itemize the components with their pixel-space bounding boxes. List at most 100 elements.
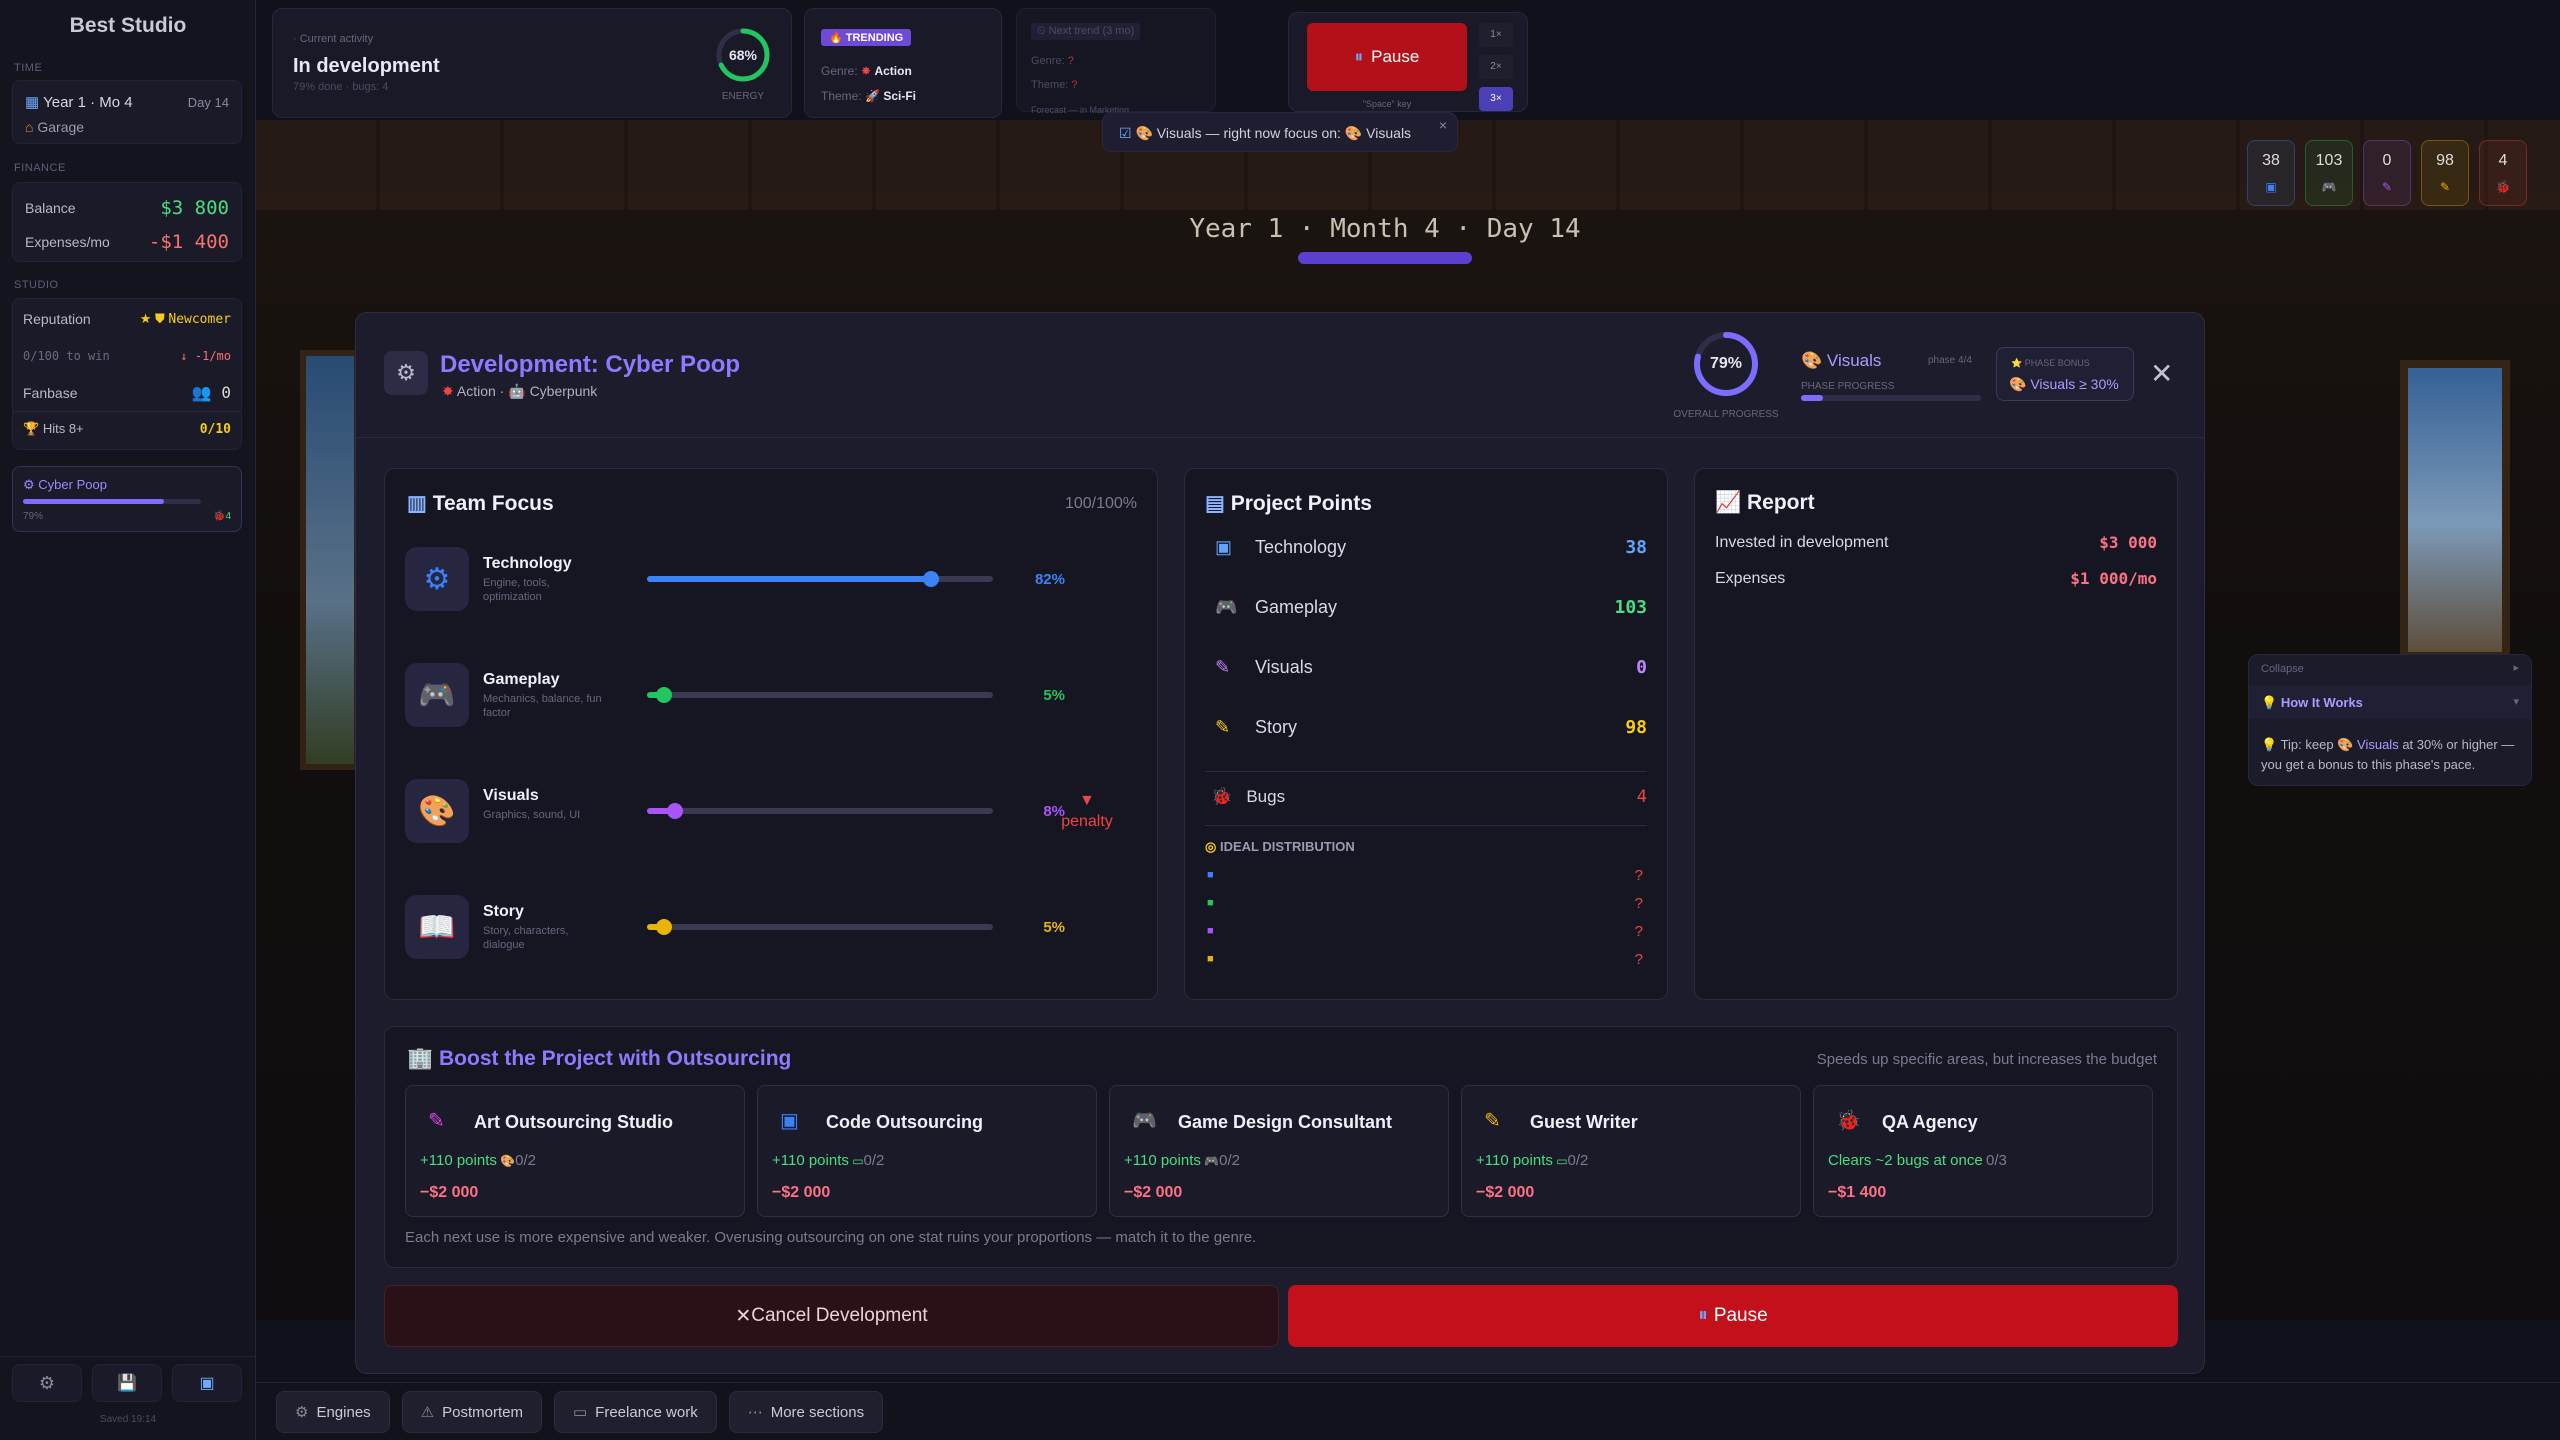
project-pct: 79%: [23, 511, 44, 522]
collapse-arrow-icon[interactable]: ▸: [2513, 661, 2519, 674]
bulb-icon-2: 💡: [2261, 737, 2278, 752]
visuals-slider-handle[interactable]: [667, 803, 683, 819]
project-card[interactable]: ⚙ Cyber Poop 79% 🐞4: [12, 466, 242, 532]
toast-text: Visuals — right now focus on:: [1156, 125, 1341, 141]
studio-panel: Reputation ★ ⛊ Newcomer 0/100 to win ↓ -1/…: [12, 298, 242, 450]
bonus-icon: ⭐: [2011, 358, 2023, 368]
gameplay-slider-handle[interactable]: [656, 687, 672, 703]
story-slider[interactable]: [647, 919, 993, 935]
overall-progress-label: Overall progress: [1673, 409, 1779, 420]
top-pause-button[interactable]: ⏸ Pause: [1307, 23, 1467, 91]
visuals-focus-pct: 8%: [1043, 803, 1065, 820]
how-it-works-label[interactable]: How It Works: [2281, 695, 2363, 710]
current-activity-card: · Current activity In development 79% do…: [272, 8, 792, 118]
outsourcing-note: Each next use is more expensive and weak…: [405, 1229, 1257, 1246]
nav-engines[interactable]: ⚙ Engines: [276, 1391, 390, 1433]
phase-progress-fill: [1801, 395, 1823, 401]
guest-writer-card[interactable]: ✎ Guest Writer +110 points ▭0/2 −$2 000: [1461, 1085, 1801, 1217]
report-expenses-value: $1 000/mo: [2070, 569, 2157, 588]
tip-text-1: Tip: keep: [2280, 737, 2334, 752]
nav-icon: ⋯: [747, 1404, 763, 1421]
energy-value: 68%: [728, 47, 758, 63]
technology-focus-pct: 82%: [1034, 571, 1065, 588]
speed-3x-button[interactable]: 3×: [1479, 87, 1513, 111]
location-text: Garage: [37, 119, 85, 135]
nav-postmortem[interactable]: ⚠ Postmortem: [401, 1391, 542, 1433]
speed-2x-button[interactable]: 2×: [1479, 55, 1513, 79]
nav-label: More sections: [770, 1403, 865, 1421]
ideal-value: ?: [1634, 895, 1643, 912]
bugs-label: Bugs: [1246, 787, 1286, 806]
technology-slider[interactable]: [647, 571, 993, 587]
save-button[interactable]: 💾: [92, 1364, 162, 1402]
save-icon: 💾: [117, 1375, 137, 1392]
guest-writer-icon: ✎: [1484, 1110, 1501, 1132]
bulb-icon: 💡: [2261, 695, 2278, 710]
team-icon: ▥: [407, 492, 427, 515]
modal-close-button[interactable]: ✕: [2150, 357, 2173, 390]
reputation-rate: ↓ -1/mo: [180, 349, 231, 363]
outsourcing-gain: +110 points: [1124, 1152, 1201, 1169]
finance-heading: Finance: [14, 162, 66, 174]
gameplay-ideal-icon: ■: [1207, 897, 1214, 909]
outsourcing-cost: −$2 000: [1124, 1184, 1183, 1201]
code-outsourcing-card[interactable]: ▣ Code Outsourcing +110 points ▭0/2 −$2 000: [757, 1085, 1097, 1217]
bonus-text: Visuals ≥ 30%: [2030, 376, 2119, 392]
development-modal: ⚙ Development: Cyber Poop ✸ Action · 🤖 C…: [355, 312, 2205, 1374]
outsourcing-gain: +110 points: [420, 1152, 497, 1169]
trending-heading: Trending: [845, 32, 904, 44]
chart-icon: ▤: [1205, 492, 1225, 515]
project-points-panel: ▤ Project Points ▣ Technology 38 🎮 Gameplay 1…: [1184, 468, 1668, 1000]
visuals-slider[interactable]: [647, 803, 993, 819]
cancel-label: Cancel Development: [751, 1305, 928, 1326]
project-bugs: 4: [225, 511, 231, 522]
help-panel: Collapse ▸ 💡 How It Works ▾ 💡 Tip: keep …: [2248, 654, 2532, 786]
outsourcing-cost: −$1 400: [1828, 1184, 1887, 1201]
pause-button[interactable]: ⏸ Pause: [1288, 1285, 2178, 1347]
fire-icon: 🔥: [829, 32, 843, 44]
technology-slider-handle[interactable]: [923, 571, 939, 587]
focus-name: Visuals: [483, 787, 539, 804]
nav-freelance-work[interactable]: ▭ Freelance work: [553, 1391, 717, 1433]
finance-panel: Balance $3 800 Expenses/mo -$1 400: [12, 182, 242, 262]
outsourcing-panel: 🏢 Boost the Project with Outsourcing Spe…: [384, 1026, 2178, 1268]
story-points-value: 98: [1625, 717, 1647, 738]
phase-number: phase 4/4: [1928, 355, 1972, 366]
visuals-points-value: 0: [1636, 657, 1647, 678]
building-icon: 🏢: [407, 1047, 434, 1070]
settings-button[interactable]: ⚙: [12, 1364, 82, 1402]
gameplay-slider[interactable]: [647, 687, 993, 703]
ideal-value: ?: [1634, 867, 1643, 884]
outsourcing-name: Game Design Consultant: [1178, 1112, 1393, 1132]
outsourcing-name: Art Outsourcing Studio: [474, 1112, 673, 1132]
toast-close-button[interactable]: ×: [1439, 117, 1447, 133]
visuals-ideal-icon: ■: [1207, 925, 1214, 937]
outsourcing-count: 0/2: [863, 1152, 885, 1169]
energy-label: Energy: [721, 91, 765, 102]
focus-name: Gameplay: [483, 671, 560, 688]
cancel-development-button[interactable]: ✕ Cancel Development: [384, 1285, 1279, 1347]
time-panel: ▦ Year 1 · Mo 4 Day 14 ⌂ Garage: [12, 80, 242, 144]
robot-icon: 🤖: [508, 383, 526, 399]
nav-more-sections[interactable]: ⋯ More sections: [728, 1391, 884, 1433]
tip-focus: Visuals: [2357, 737, 2399, 752]
rocket-icon: 🚀: [865, 89, 880, 103]
art-outsourcing-card[interactable]: ✎ Art Outsourcing Studio +110 points 🎨0/2 −…: [405, 1085, 745, 1217]
game-design-consultant-card[interactable]: 🎮 Game Design Consultant +110 points 🎮0/2−…: [1109, 1085, 1449, 1217]
ideal-value: ?: [1634, 951, 1643, 968]
expand-arrow-icon[interactable]: ▾: [2513, 695, 2519, 708]
balance-label: Balance: [25, 200, 76, 216]
story-slider-handle[interactable]: [656, 919, 672, 935]
stat-box-gameplay: 103 🎮: [2305, 140, 2353, 206]
collapse-label[interactable]: Collapse: [2261, 663, 2304, 675]
close-icon: ✕: [735, 1305, 752, 1327]
qa-agency-card[interactable]: 🐞 QA Agency Clears ~2 bugs at once 0/3 −$1 …: [1813, 1085, 2153, 1217]
nav-icon: ▭: [572, 1404, 588, 1421]
shield-icon: ⛊: [154, 311, 165, 326]
day-text: Day 14: [187, 95, 229, 110]
gameplay-focus-pct: 5%: [1043, 687, 1065, 704]
speed-1x-button[interactable]: 1×: [1479, 23, 1513, 47]
technology-slider-fill: [647, 576, 931, 582]
load-button[interactable]: ▣: [172, 1364, 242, 1402]
brand-title: Best Studio: [69, 14, 187, 37]
